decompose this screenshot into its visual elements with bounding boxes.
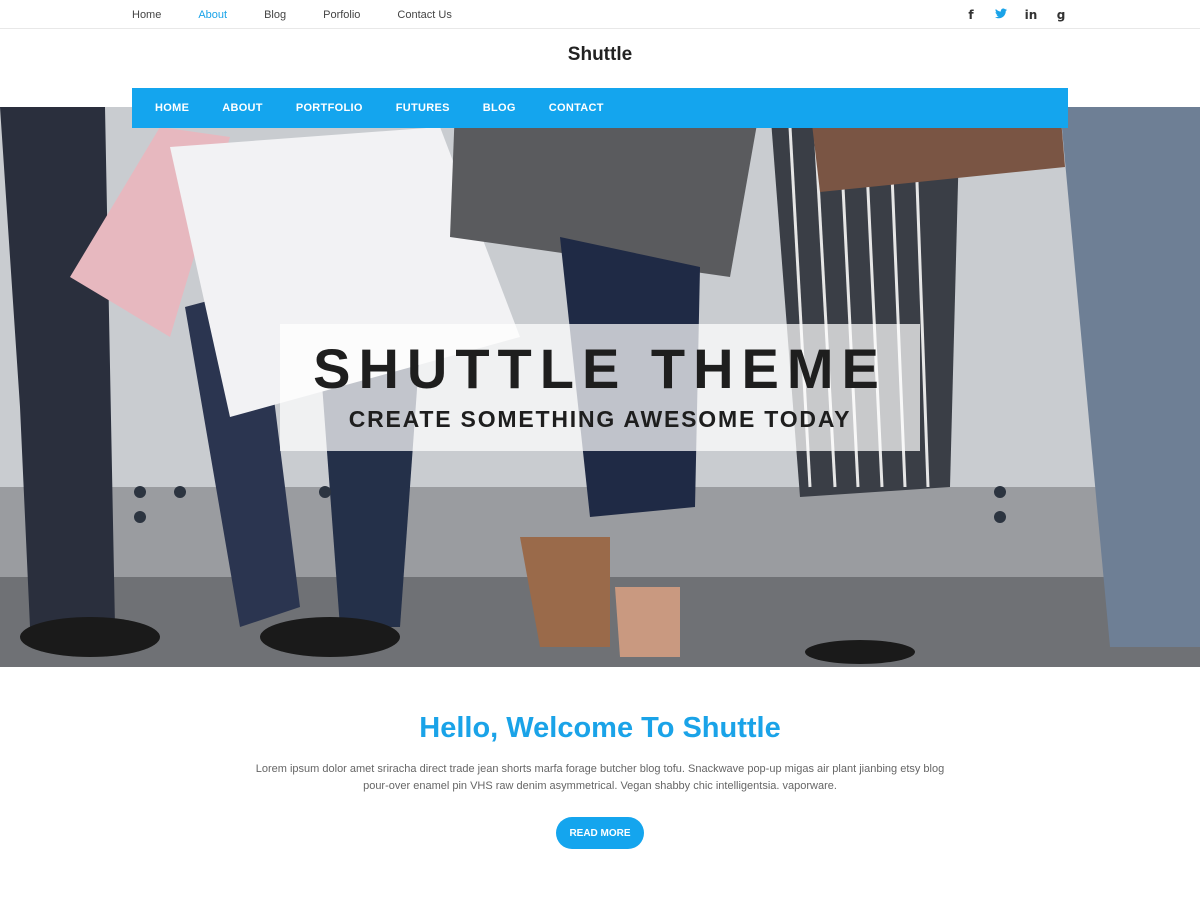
linkedin-icon[interactable]: in	[1024, 8, 1038, 22]
main-nav: HOME ABOUT PORTFOLIO FUTURES BLOG CONTAC…	[132, 88, 1068, 128]
top-nav-blog[interactable]: Blog	[264, 9, 286, 21]
hero-caption: SHUTTLE THEME CREATE SOMETHING AWESOME T…	[280, 324, 920, 451]
main-nav-about[interactable]: ABOUT	[222, 102, 263, 114]
top-nav: Home About Blog Porfolio Contact Us	[132, 0, 489, 29]
welcome-text-line-2: pour-over enamel pin VHS raw denim asymm…	[363, 780, 837, 792]
main-nav-futures[interactable]: FUTURES	[396, 102, 450, 114]
hero-subtitle: CREATE SOMETHING AWESOME TODAY	[348, 406, 852, 432]
top-nav-home[interactable]: Home	[132, 9, 161, 21]
hero-title: SHUTTLE THEME	[313, 337, 887, 400]
social-links: f in g	[948, 0, 1068, 29]
main-nav-portfolio[interactable]: PORTFOLIO	[296, 102, 363, 114]
google-plus-icon[interactable]: g	[1054, 8, 1068, 22]
welcome-title: Hello, Welcome To Shuttle	[419, 712, 781, 744]
top-bar: Home About Blog Porfolio Contact Us f in…	[0, 0, 1200, 29]
hero-banner: SHUTTLE THEME CREATE SOMETHING AWESOME T…	[0, 107, 1200, 667]
top-nav-about[interactable]: About	[198, 9, 227, 21]
welcome-text-line-1: Lorem ipsum dolor amet sriracha direct t…	[255, 763, 945, 775]
top-nav-contact[interactable]: Contact Us	[397, 9, 451, 21]
main-nav-blog[interactable]: BLOG	[483, 102, 516, 114]
main-nav-home[interactable]: HOME	[155, 102, 189, 114]
read-more-button[interactable]: READ MORE	[556, 817, 644, 849]
welcome-text: Lorem ipsum dolor amet sriracha direct t…	[250, 761, 950, 795]
main-nav-contact[interactable]: CONTACT	[549, 102, 604, 114]
facebook-icon[interactable]: f	[964, 8, 978, 22]
site-title[interactable]: Shuttle	[0, 44, 1200, 66]
twitter-icon[interactable]	[994, 8, 1008, 22]
top-nav-portfolio[interactable]: Porfolio	[323, 9, 360, 21]
